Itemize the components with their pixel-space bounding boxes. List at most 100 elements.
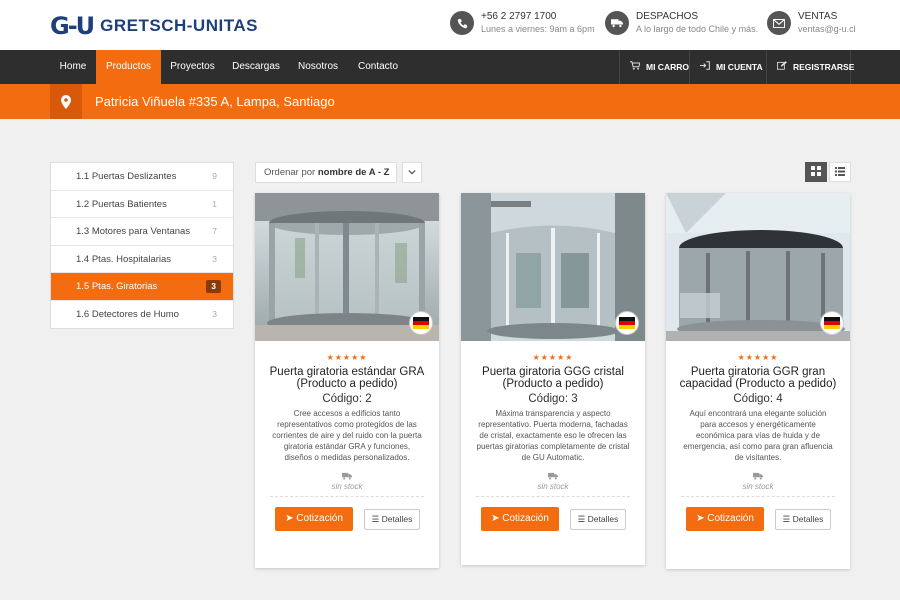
quote-button[interactable]: ➤ Cotización	[481, 507, 559, 531]
sidebar-item-count: 9	[212, 171, 217, 181]
sidebar-item-label: 1.3 Motores para Ventanas	[76, 226, 191, 237]
sort-dropdown-button[interactable]	[402, 162, 422, 183]
truck-icon	[605, 11, 629, 35]
nav-productos[interactable]: Productos	[96, 50, 161, 84]
sidebar-item-detectores-humo[interactable]: 1.6 Detectores de Humo 3	[51, 301, 233, 329]
sidebar-item-ptas-hospitalarias[interactable]: 1.4 Ptas. Hospitalarias 3	[51, 246, 233, 273]
truck-icon	[461, 472, 645, 482]
sidebar-item-count: 7	[212, 226, 217, 236]
sort-select[interactable]: Ordenar por nombre de A - Z	[255, 162, 397, 183]
details-label: Detalles	[381, 514, 413, 524]
sidebar-item-label: 1.4 Ptas. Hospitalarias	[76, 253, 172, 265]
product-title[interactable]: Puerta giratoria estándar GRA (Producto …	[255, 362, 439, 390]
list-icon: ☰	[577, 514, 586, 524]
register-link[interactable]: REGISTRARSE	[766, 50, 855, 84]
sidebar-item-ptas-giratorias[interactable]: 1.5 Ptas. Giratorias 3	[51, 273, 233, 301]
stock-label: sin stock	[331, 482, 363, 491]
sidebar-item-label: 1.1 Puertas Deslizantes	[76, 171, 177, 182]
shipping-title: DESPACHOS	[636, 11, 699, 22]
category-sidebar: 1.1 Puertas Deslizantes 9 1.2 Puertas Ba…	[50, 162, 234, 329]
list-icon	[835, 163, 845, 181]
nav-contacto[interactable]: Contacto	[348, 50, 408, 84]
register-label: REGISTRARSE	[793, 62, 855, 72]
product-code: Código: 4	[733, 393, 783, 405]
account-label: MI CUENTA	[716, 62, 763, 72]
list-view-button[interactable]	[829, 162, 851, 182]
stock-label: sin stock	[537, 482, 569, 491]
grid-icon	[811, 163, 821, 181]
details-button[interactable]: ☰ Detalles	[364, 509, 420, 530]
grid-view-button[interactable]	[805, 162, 827, 182]
chevron-down-icon	[408, 168, 416, 177]
contact-shipping: DESPACHOS A lo largo de todo Chile y más…	[605, 10, 758, 35]
sidebar-item-puertas-deslizantes[interactable]: 1.1 Puertas Deslizantes 9	[51, 163, 233, 191]
nav-home[interactable]: Home	[50, 50, 96, 84]
sidebar-item-label: 1.6 Detectores de Humo	[76, 308, 179, 320]
details-button[interactable]: ☰ Detalles	[570, 509, 626, 530]
product-image[interactable]	[461, 193, 645, 341]
shipping-subtitle: A lo largo de todo Chile y más.	[636, 24, 759, 34]
address-bar: Patricia Viñuela #335 A, Lampa, Santiago	[0, 84, 900, 119]
sort-prefix: Ordenar por	[264, 167, 316, 178]
product-image[interactable]	[255, 193, 439, 341]
rating-stars: ★★★★★	[532, 353, 574, 362]
product-title[interactable]: Puerta giratoria GGG cristal (Producto a…	[461, 362, 645, 390]
phone-number: +56 2 2797 1700	[481, 11, 557, 22]
quote-button[interactable]: ➤ Cotización	[275, 507, 353, 531]
product-code: Código: 3	[528, 393, 578, 405]
sign-in-icon	[700, 50, 710, 84]
stock-status: sin stock	[461, 472, 645, 491]
sidebar-item-motores-ventanas[interactable]: 1.3 Motores para Ventanas 7	[51, 218, 233, 246]
rating-stars: ★★★★★	[326, 353, 368, 362]
product-title[interactable]: Puerta giratoria GGR gran capacidad (Pro…	[666, 362, 850, 390]
nav-nosotros[interactable]: Nosotros	[288, 50, 348, 84]
details-button[interactable]: ☰ Detalles	[775, 509, 831, 530]
top-header: G-U GRETSCH-UNITAS +56 2 2797 1700 Lunes…	[0, 0, 900, 50]
nav-proyectos[interactable]: Proyectos	[161, 50, 224, 84]
sales-email[interactable]: ventas@g-u.cl	[798, 23, 856, 35]
account-link[interactable]: MI CUENTA	[689, 50, 766, 84]
sales-title: VENTAS	[798, 11, 838, 22]
logo-mark: G-U	[50, 12, 95, 40]
address-text: Patricia Viñuela #335 A, Lampa, Santiago	[95, 94, 335, 109]
cart-icon	[630, 50, 641, 84]
cart-link[interactable]: MI CARRO	[619, 50, 689, 84]
sidebar-item-label: 1.2 Puertas Batientes	[76, 198, 167, 210]
phone-hours: Lunes a viernes: 9am a 6pm	[481, 24, 595, 34]
sidebar-item-puertas-batientes[interactable]: 1.2 Puertas Batientes 1	[51, 191, 233, 218]
product-description: Máxima transparencia y aspecto represent…	[476, 409, 630, 462]
contact-phone: +56 2 2797 1700 Lunes a viernes: 9am a 6…	[450, 10, 595, 35]
sidebar-item-count: 1	[212, 198, 217, 209]
details-label: Detalles	[587, 514, 619, 524]
nav-descargas[interactable]: Descargas	[224, 50, 288, 84]
product-description: Cree accesos a edificios tanto represent…	[272, 409, 422, 462]
product-description: Aquí encontrará una elegante solución pa…	[683, 409, 833, 462]
map-pin-icon	[50, 84, 82, 119]
send-icon: ➤	[696, 513, 705, 524]
quote-label: Cotización	[502, 513, 549, 524]
product-code: Código: 2	[322, 393, 372, 405]
quote-label: Cotización	[707, 513, 754, 524]
phone-icon	[450, 11, 474, 35]
germany-flag-badge	[409, 311, 433, 335]
logo-name: GRETSCH-UNITAS	[100, 16, 258, 35]
sidebar-item-label: 1.5 Ptas. Giratorias	[76, 281, 158, 292]
quote-button[interactable]: ➤ Cotización	[686, 507, 764, 531]
rating-stars: ★★★★★	[737, 353, 779, 362]
brand-logo[interactable]: G-U GRETSCH-UNITAS	[50, 12, 258, 40]
truck-icon	[666, 472, 850, 482]
sidebar-item-count: 3	[212, 308, 217, 319]
product-image[interactable]	[666, 193, 850, 341]
list-icon: ☰	[371, 514, 380, 524]
cart-label: MI CARRO	[646, 62, 689, 72]
sidebar-item-count: 3	[206, 280, 221, 293]
send-icon: ➤	[285, 513, 294, 524]
product-card: ★★★★★ Puerta giratoria GGR gran capacida…	[666, 193, 850, 569]
quote-label: Cotización	[296, 513, 343, 524]
stock-label: sin stock	[742, 482, 774, 491]
germany-flag-badge	[615, 311, 639, 335]
sidebar-item-count: 3	[212, 253, 217, 264]
sort-value: nombre de A - Z	[317, 167, 390, 178]
list-icon: ☰	[782, 514, 791, 524]
stock-status: sin stock	[666, 472, 850, 491]
